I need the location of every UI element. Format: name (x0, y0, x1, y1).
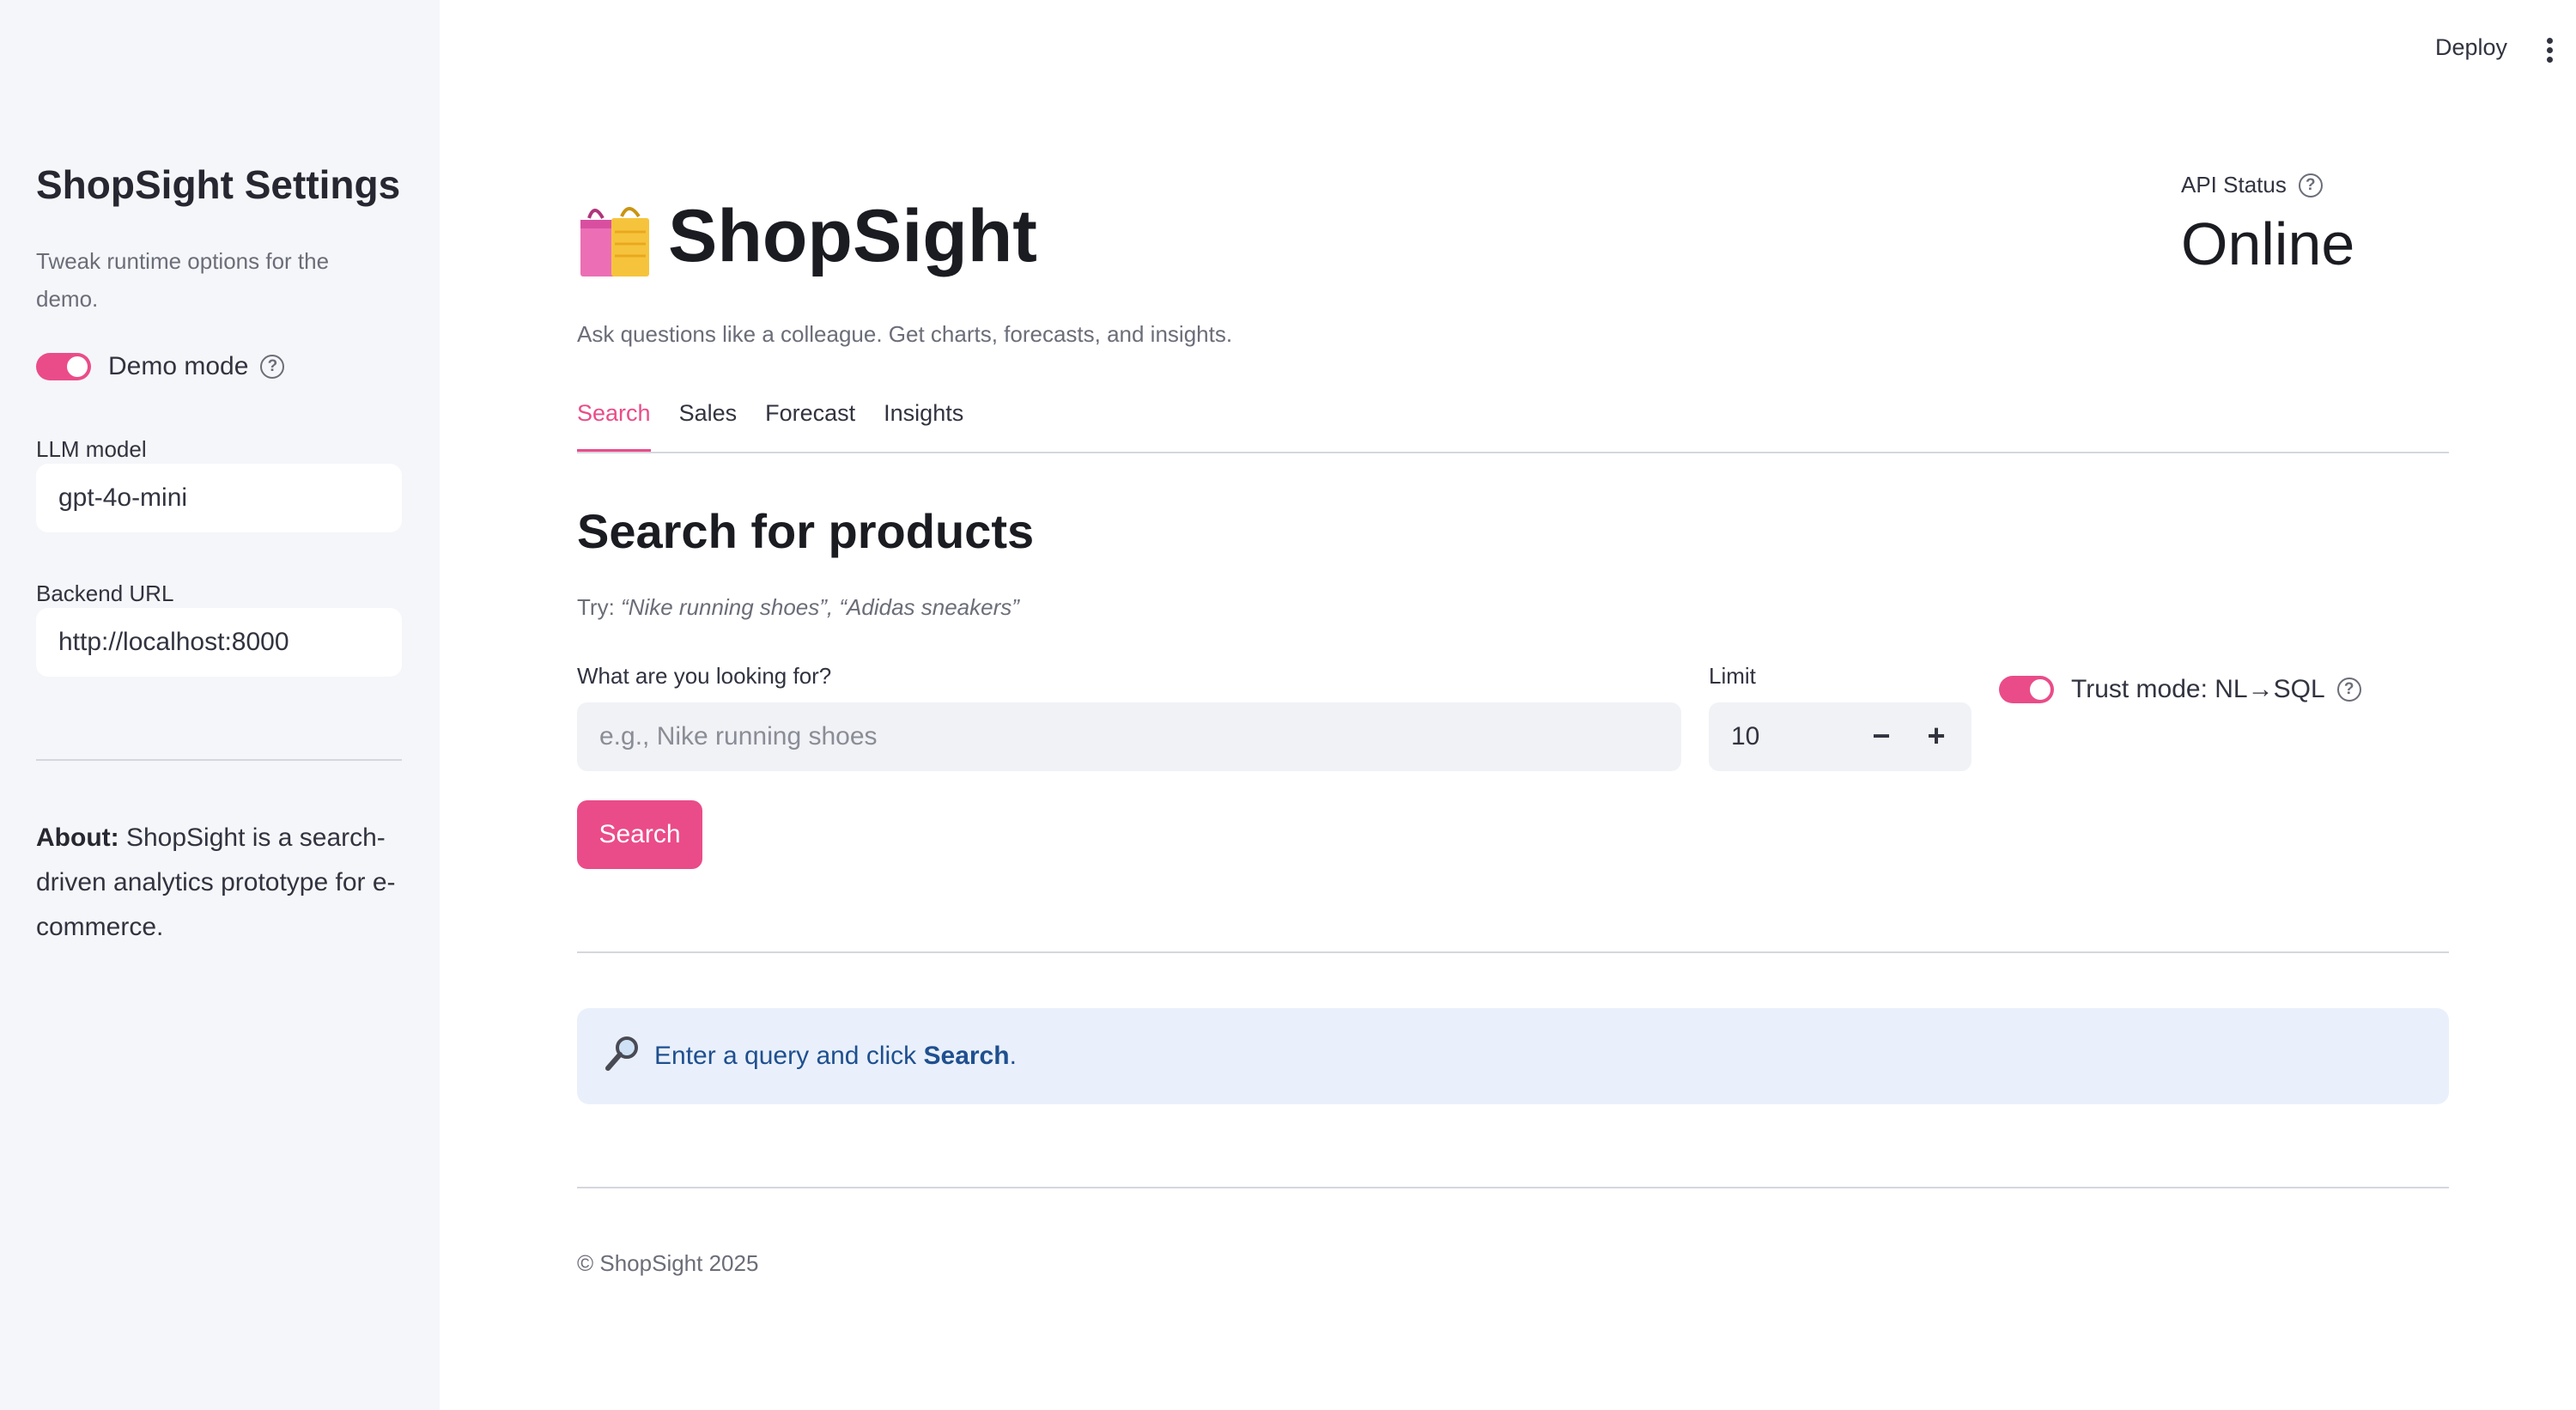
info-message: Enter a query and click Search. (654, 1008, 1017, 1104)
search-input[interactable]: e.g., Nike running shoes (577, 702, 1681, 771)
sidebar: ShopSight Settings Tweak runtime options… (0, 0, 440, 1410)
magnifying-glass-icon (605, 1036, 638, 1071)
trust-mode-label: Trust mode: NL→SQL (2071, 675, 2325, 703)
info-bold: Search (923, 1042, 1010, 1070)
info-suffix: . (1009, 1042, 1017, 1070)
info-alert: Enter a query and click Search. (577, 1008, 2449, 1104)
increment-button[interactable]: + (1915, 702, 1958, 771)
help-icon[interactable]: ? (2298, 173, 2323, 198)
sidebar-about: About: ShopSight is a search-driven anal… (36, 816, 405, 950)
try-examples: Try: “Nike running shoes”, “Adidas sneak… (577, 594, 1019, 621)
tab-search[interactable]: Search (577, 400, 651, 453)
tab-sales[interactable]: Sales (679, 400, 738, 453)
llm-model-input[interactable]: gpt-4o-mini (36, 464, 402, 532)
try-prefix: Try: (577, 594, 622, 620)
api-status-label: API Status (2181, 172, 2287, 198)
app-subtitle: Ask questions like a colleague. Get char… (577, 321, 1233, 347)
api-status-value: Online (2181, 210, 2355, 277)
limit-label: Limit (1709, 663, 1756, 689)
trust-mode-row: Trust mode: NL→SQL ? (1999, 675, 2361, 704)
api-status-label-row: API Status ? (2181, 172, 2323, 198)
try-example-queries: “Nike running shoes”, “Adidas sneakers” (621, 594, 1019, 620)
sidebar-caption: Tweak runtime options for the demo. (36, 248, 330, 312)
demo-mode-label: Demo mode (108, 352, 249, 380)
kebab-menu-icon[interactable] (2547, 38, 2554, 64)
help-icon[interactable]: ? (2336, 678, 2361, 702)
sidebar-title: ShopSight Settings (36, 162, 401, 207)
backend-url-label: Backend URL (36, 580, 174, 606)
app-title: ShopSight (668, 195, 1037, 277)
tabs-divider (577, 452, 2449, 453)
llm-model-label: LLM model (36, 436, 147, 462)
toggle-knob (2030, 679, 2050, 700)
tab-bar: Search Sales Forecast Insights (577, 400, 992, 453)
footer-text: © ShopSight 2025 (577, 1250, 759, 1276)
toggle-knob (67, 356, 88, 377)
help-icon[interactable]: ? (260, 355, 285, 379)
deploy-button[interactable]: Deploy (2435, 34, 2507, 61)
about-bold: About: (36, 824, 119, 852)
info-prefix: Enter a query and click (654, 1042, 924, 1070)
backend-url-input[interactable]: http://localhost:8000 (36, 608, 402, 677)
divider (577, 951, 2449, 953)
shopping-bags-icon (580, 207, 649, 277)
trust-mode-toggle[interactable] (1999, 676, 2054, 703)
search-button[interactable]: Search (577, 800, 702, 869)
sidebar-divider (36, 759, 402, 761)
section-title: Search for products (577, 504, 1035, 558)
limit-value[interactable]: 10 (1731, 702, 1759, 771)
demo-mode-toggle[interactable] (36, 353, 91, 380)
decrement-button[interactable]: − (1860, 702, 1903, 771)
query-label: What are you looking for? (577, 663, 832, 689)
demo-mode-row: Demo mode ? (36, 352, 285, 381)
divider (577, 1187, 2449, 1188)
tab-forecast[interactable]: Forecast (765, 400, 855, 453)
tab-insights[interactable]: Insights (884, 400, 963, 453)
limit-stepper[interactable]: 10 − + (1709, 702, 1971, 771)
